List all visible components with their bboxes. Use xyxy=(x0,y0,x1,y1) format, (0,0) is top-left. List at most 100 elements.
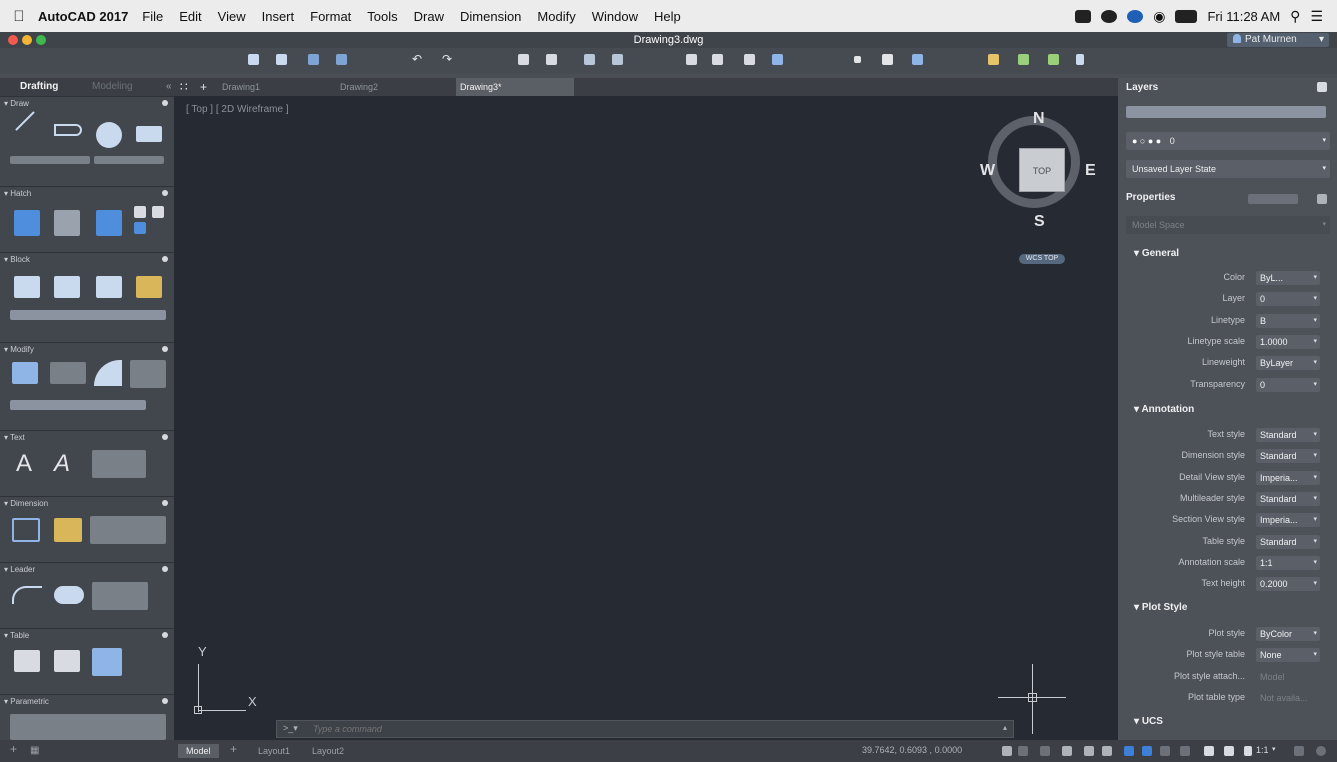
workspace-settings-icon[interactable] xyxy=(1294,746,1304,756)
wipeout-tool-icon[interactable] xyxy=(152,206,164,218)
rectangle-tool-icon[interactable] xyxy=(136,126,162,142)
menu-file[interactable]: File xyxy=(142,9,163,24)
property-value[interactable]: Standard ▾ xyxy=(1256,534,1320,549)
property-value[interactable]: ByLayer ▾ xyxy=(1256,356,1320,371)
new-tab-icon[interactable]: + xyxy=(194,78,213,96)
property-value[interactable]: Standard ▾ xyxy=(1256,491,1320,506)
save-icon[interactable] xyxy=(308,54,319,65)
property-value[interactable]: B ▾ xyxy=(1256,313,1320,328)
compass-north[interactable]: N xyxy=(1033,110,1045,128)
property-value[interactable]: 1.0000 ▾ xyxy=(1256,334,1320,349)
property-value[interactable]: Imperia... ▾ xyxy=(1256,470,1320,485)
gradient-tool-icon[interactable] xyxy=(54,210,80,236)
space-dropdown[interactable]: Model Space ▾ xyxy=(1126,216,1330,234)
paste-icon[interactable] xyxy=(712,54,723,65)
multiline-text-tool-icon[interactable]: A xyxy=(16,450,32,478)
spotlight-icon[interactable]: ⚲ xyxy=(1290,8,1300,25)
layer-tools-icon[interactable] xyxy=(1126,106,1326,118)
array-tools-icon[interactable] xyxy=(130,360,166,388)
layer-state-dropdown[interactable]: Unsaved Layer State ▾ xyxy=(1126,160,1330,178)
move-tool-icon[interactable] xyxy=(12,362,38,384)
notification-center-icon[interactable]: ☰ xyxy=(1310,8,1323,25)
app-name-menu[interactable]: AutoCAD 2017 xyxy=(38,9,128,24)
batch-plot-icon[interactable] xyxy=(584,54,595,65)
save-as-icon[interactable] xyxy=(336,54,347,65)
cursor-coordinates[interactable]: 39.7642, 0.6093 , 0.0000 xyxy=(862,745,962,755)
viewcube[interactable]: TOP xyxy=(1019,148,1065,192)
add-layout-icon[interactable]: + xyxy=(10,742,17,756)
section-header[interactable]: ▾ Block xyxy=(0,252,174,266)
quick-dimension-tool-icon[interactable] xyxy=(54,518,82,542)
compass-east[interactable]: E xyxy=(1085,162,1096,180)
section-header[interactable]: ▾ Table xyxy=(0,628,174,642)
extract-data-tool-icon[interactable] xyxy=(54,650,80,672)
block-editor-icon[interactable] xyxy=(1018,54,1029,65)
customization-icon[interactable] xyxy=(1316,746,1326,756)
ellipse-tools-icon[interactable] xyxy=(94,156,164,164)
layout-grid-icon[interactable]: ▦ xyxy=(30,744,39,758)
section-header[interactable]: ▾ Draw xyxy=(0,96,174,110)
menu-window[interactable]: Window xyxy=(592,9,638,24)
menu-insert[interactable]: Insert xyxy=(262,9,295,24)
auto-scale-icon[interactable] xyxy=(1224,746,1234,756)
user-account-button[interactable]: Pat Murnen ▾ xyxy=(1227,33,1329,47)
orbit-icon[interactable] xyxy=(912,54,923,65)
transparency-toggle-icon[interactable] xyxy=(1142,746,1152,756)
region-tool-icon[interactable] xyxy=(134,206,146,218)
text-small-tools-icon[interactable] xyxy=(92,450,146,478)
link-icon[interactable] xyxy=(772,54,783,65)
modify-small-tools-icon[interactable] xyxy=(10,400,146,410)
sync-icon[interactable] xyxy=(1101,9,1118,23)
property-value[interactable]: Standard ▾ xyxy=(1256,449,1320,464)
menu-format[interactable]: Format xyxy=(310,9,351,24)
current-layer-dropdown[interactable]: ● ○ ● ● 0 ▾ xyxy=(1126,132,1330,150)
menu-modify[interactable]: Modify xyxy=(537,9,575,24)
circle-tool-icon[interactable] xyxy=(96,122,122,148)
property-value[interactable]: 0 ▾ xyxy=(1256,377,1320,392)
close-window-button[interactable] xyxy=(8,35,18,45)
panel-options-icon[interactable] xyxy=(1317,82,1327,92)
dimension-small-tools-icon[interactable] xyxy=(90,516,166,544)
tab-layout2[interactable]: Layout2 xyxy=(304,744,352,758)
property-value[interactable]: Standard ▾ xyxy=(1256,428,1320,442)
quick-select-icon[interactable] xyxy=(1317,194,1327,204)
tab-layout1[interactable]: Layout1 xyxy=(250,744,298,758)
apple-icon[interactable]:  xyxy=(0,8,38,25)
menu-draw[interactable]: Draw xyxy=(414,9,444,24)
dynamic-input-icon[interactable] xyxy=(1180,746,1190,756)
view-controls-label[interactable]: [ Top ] [ 2D Wireframe ] xyxy=(186,104,289,115)
minimize-window-button[interactable] xyxy=(22,35,32,45)
tab-drawing2[interactable]: Drawing2 xyxy=(340,78,450,96)
single-line-text-tool-icon[interactable]: A xyxy=(54,450,70,478)
publish-icon[interactable] xyxy=(612,54,623,65)
redo-icon[interactable]: ↷ xyxy=(442,52,453,66)
fillet-tool-icon[interactable] xyxy=(94,360,122,386)
chevron-down-icon[interactable]: ▾ xyxy=(1272,745,1276,753)
insert-block-icon[interactable] xyxy=(1048,54,1059,65)
drawing-viewport[interactable]: [ Top ] [ 2D Wireframe ] N S E W TOP WCS… xyxy=(174,96,1118,740)
ucs-group-header[interactable]: ▾ UCS xyxy=(1134,716,1163,727)
menu-edit[interactable]: Edit xyxy=(179,9,201,24)
preview-icon[interactable] xyxy=(546,54,557,65)
boundary-tool-icon[interactable] xyxy=(96,210,122,236)
cloud-icon[interactable] xyxy=(1127,9,1144,23)
new-icon[interactable] xyxy=(248,54,259,65)
tab-drawing3[interactable]: Drawing3* xyxy=(456,78,574,96)
layer-properties-icon[interactable] xyxy=(988,54,999,65)
menu-help[interactable]: Help xyxy=(654,9,681,24)
hatch-tool-icon[interactable] xyxy=(14,210,40,236)
edit-attributes-tool-icon[interactable] xyxy=(136,276,162,298)
tab-modeling[interactable]: Modeling xyxy=(86,78,139,96)
zoom-window-button[interactable] xyxy=(36,35,46,45)
undo-icon[interactable]: ↶ xyxy=(412,52,423,66)
table-small-tools-icon[interactable] xyxy=(92,648,122,676)
tab-drafting[interactable]: Drafting xyxy=(14,78,64,96)
command-input[interactable] xyxy=(313,723,993,735)
properties-filter-toggle[interactable] xyxy=(1248,194,1298,204)
ortho-toggle-icon[interactable] xyxy=(1062,746,1072,756)
polyline-tool-icon[interactable] xyxy=(54,124,82,136)
annotation-scale-value[interactable]: 1:1 xyxy=(1256,745,1269,755)
wifi-icon[interactable]: ◉ xyxy=(1153,8,1165,25)
compass-south[interactable]: S xyxy=(1034,213,1045,231)
match-properties-icon[interactable] xyxy=(744,54,755,65)
